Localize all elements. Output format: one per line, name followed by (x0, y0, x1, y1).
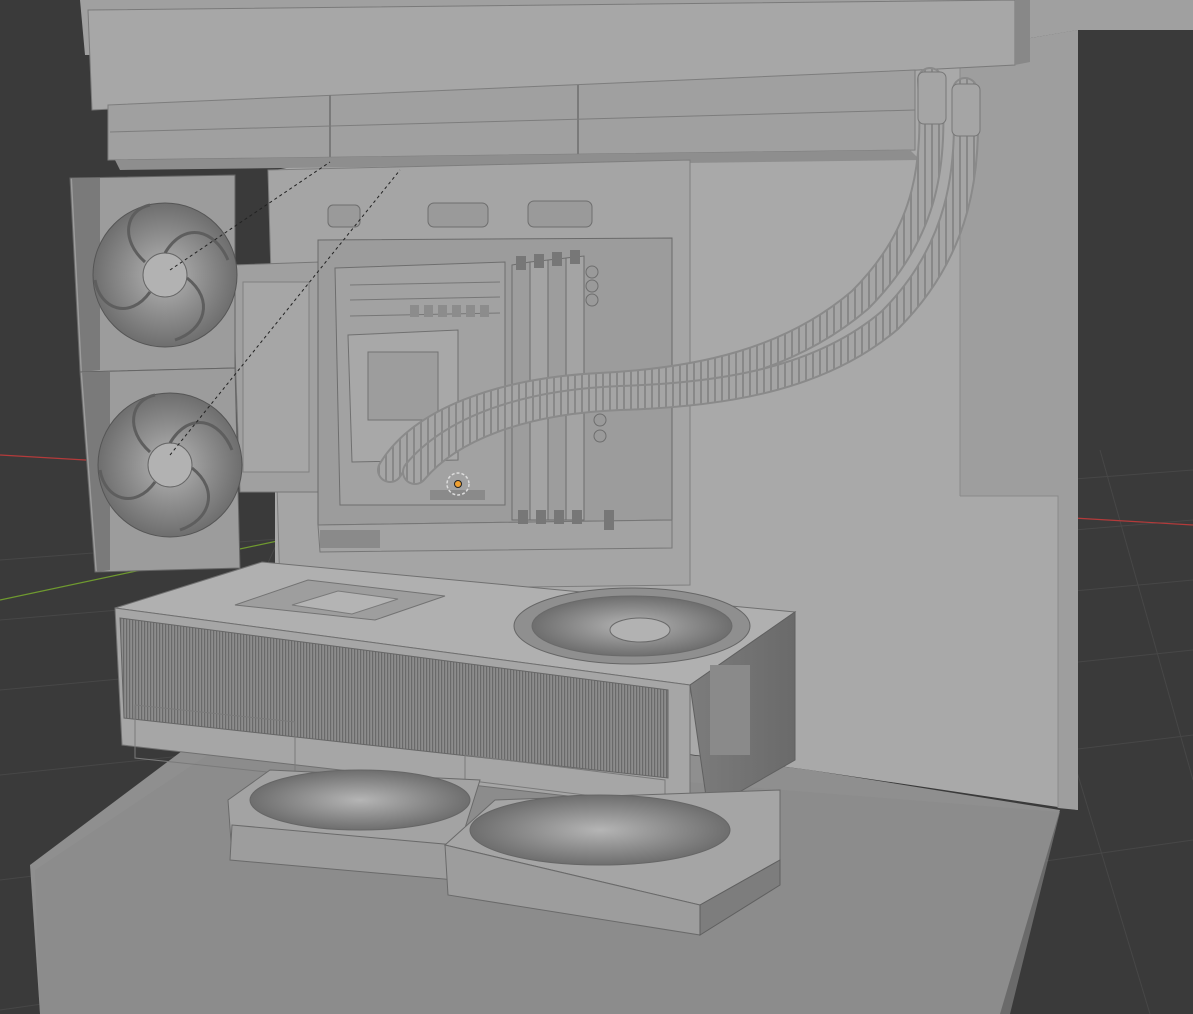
front-fans[interactable] (69, 174, 243, 573)
3d-viewport[interactable] (0, 0, 1193, 1014)
viewport-canvas[interactable] (0, 0, 1193, 1014)
aio-radiator[interactable] (87, 0, 1030, 170)
